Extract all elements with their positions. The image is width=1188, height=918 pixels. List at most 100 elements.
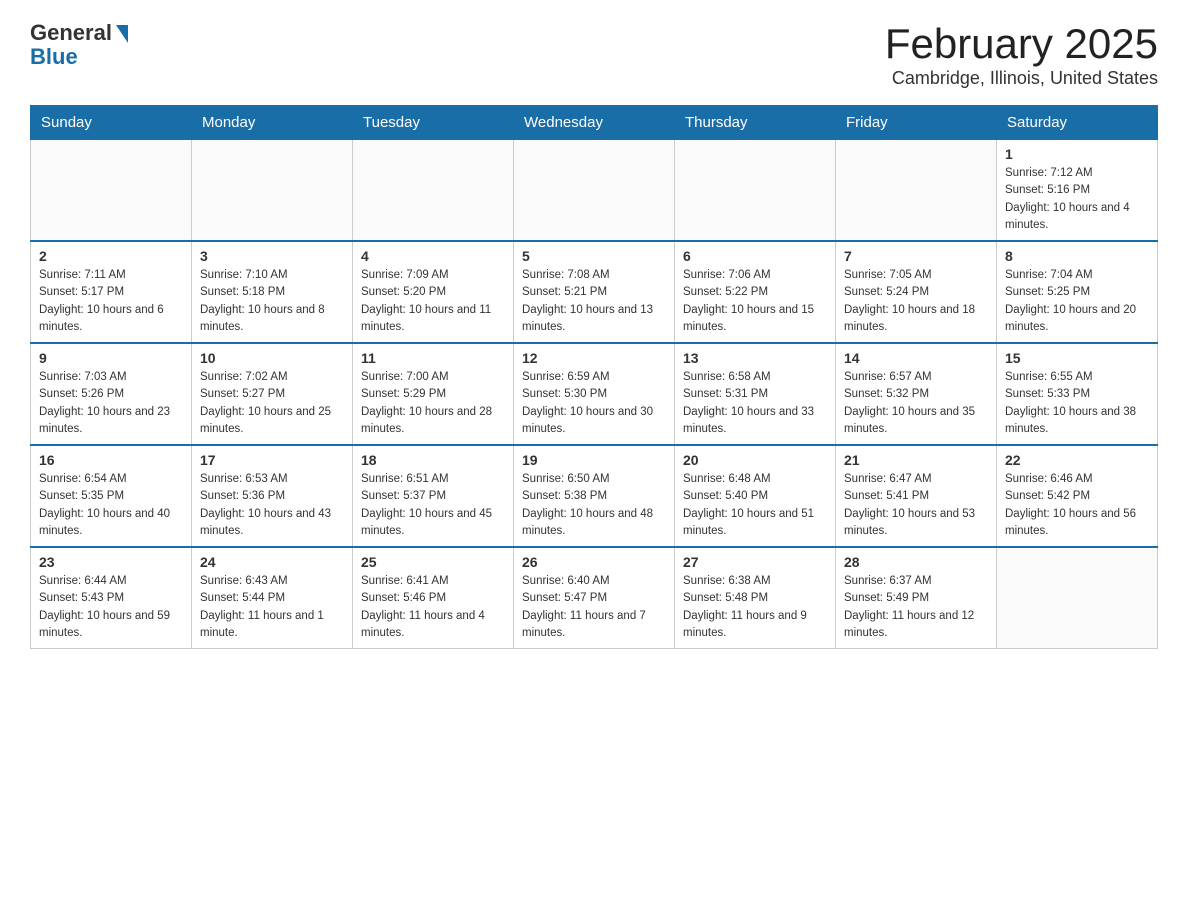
calendar-cell: 25 Sunrise: 6:41 AMSunset: 5:46 PMDayligh… bbox=[353, 547, 514, 649]
title-block: February 2025 Cambridge, Illinois, Unite… bbox=[885, 20, 1158, 89]
calendar-cell: 10Sunrise: 7:02 AMSunset: 5:27 PMDayligh… bbox=[192, 343, 353, 445]
page-header: General Blue February 2025 Cambridge, Il… bbox=[30, 20, 1158, 89]
day-of-week-header: Tuesday bbox=[353, 106, 514, 140]
calendar-cell bbox=[997, 547, 1158, 649]
day-number: 23 bbox=[39, 554, 183, 570]
day-number: 25 bbox=[361, 554, 505, 570]
calendar-cell: 11 Sunrise: 7:00 AMSunset: 5:29 PMDayligh… bbox=[353, 343, 514, 445]
calendar-week-row: 16 Sunrise: 6:54 AMSunset: 5:35 PMDayligh… bbox=[31, 445, 1158, 547]
day-info: Sunrise: 6:57 AMSunset: 5:32 PMDaylight:… bbox=[844, 369, 988, 438]
calendar-cell: 19Sunrise: 6:50 AMSunset: 5:38 PMDayligh… bbox=[514, 445, 675, 547]
day-of-week-header: Saturday bbox=[997, 106, 1158, 140]
calendar-cell: 26 Sunrise: 6:40 AMSunset: 5:47 PMDayligh… bbox=[514, 547, 675, 649]
day-number: 5 bbox=[522, 248, 666, 264]
day-info: Sunrise: 7:06 AMSunset: 5:22 PMDaylight:… bbox=[683, 267, 827, 336]
calendar-cell: 9 Sunrise: 7:03 AMSunset: 5:26 PMDaylight… bbox=[31, 343, 192, 445]
calendar-cell: 27Sunrise: 6:38 AMSunset: 5:48 PMDayligh… bbox=[675, 547, 836, 649]
day-of-week-header: Thursday bbox=[675, 106, 836, 140]
day-number: 19 bbox=[522, 452, 666, 468]
calendar-week-row: 9 Sunrise: 7:03 AMSunset: 5:26 PMDaylight… bbox=[31, 343, 1158, 445]
day-of-week-header: Monday bbox=[192, 106, 353, 140]
day-number: 26 bbox=[522, 554, 666, 570]
day-number: 16 bbox=[39, 452, 183, 468]
logo: General Blue bbox=[30, 20, 128, 70]
day-info: Sunrise: 6:58 AMSunset: 5:31 PMDaylight:… bbox=[683, 369, 827, 438]
logo-arrow-icon bbox=[116, 25, 128, 43]
day-number: 4 bbox=[361, 248, 505, 264]
calendar-cell: 24 Sunrise: 6:43 AMSunset: 5:44 PMDayligh… bbox=[192, 547, 353, 649]
day-info: Sunrise: 7:11 AMSunset: 5:17 PMDaylight:… bbox=[39, 267, 183, 336]
calendar-cell: 12Sunrise: 6:59 AMSunset: 5:30 PMDayligh… bbox=[514, 343, 675, 445]
calendar-cell bbox=[675, 140, 836, 242]
calendar-cell bbox=[836, 140, 997, 242]
calendar-table: SundayMondayTuesdayWednesdayThursdayFrid… bbox=[30, 105, 1158, 649]
day-info: Sunrise: 6:38 AMSunset: 5:48 PMDaylight:… bbox=[683, 573, 827, 642]
day-info: Sunrise: 6:37 AMSunset: 5:49 PMDaylight:… bbox=[844, 573, 988, 642]
day-of-week-header: Sunday bbox=[31, 106, 192, 140]
day-number: 10 bbox=[200, 350, 344, 366]
day-number: 2 bbox=[39, 248, 183, 264]
page-title: February 2025 bbox=[885, 20, 1158, 68]
day-number: 14 bbox=[844, 350, 988, 366]
calendar-cell: 4Sunrise: 7:09 AMSunset: 5:20 PMDaylight… bbox=[353, 241, 514, 343]
day-info: Sunrise: 6:55 AMSunset: 5:33 PMDaylight:… bbox=[1005, 369, 1149, 438]
calendar-cell: 13 Sunrise: 6:58 AMSunset: 5:31 PMDayligh… bbox=[675, 343, 836, 445]
day-info: Sunrise: 7:08 AMSunset: 5:21 PMDaylight:… bbox=[522, 267, 666, 336]
calendar-cell: 20 Sunrise: 6:48 AMSunset: 5:40 PMDayligh… bbox=[675, 445, 836, 547]
day-info: Sunrise: 6:53 AMSunset: 5:36 PMDaylight:… bbox=[200, 471, 344, 540]
day-info: Sunrise: 7:12 AMSunset: 5:16 PMDaylight:… bbox=[1005, 165, 1149, 234]
calendar-cell: 15 Sunrise: 6:55 AMSunset: 5:33 PMDayligh… bbox=[997, 343, 1158, 445]
calendar-cell: 28Sunrise: 6:37 AMSunset: 5:49 PMDayligh… bbox=[836, 547, 997, 649]
day-info: Sunrise: 6:40 AMSunset: 5:47 PMDaylight:… bbox=[522, 573, 666, 642]
calendar-cell: 18Sunrise: 6:51 AMSunset: 5:37 PMDayligh… bbox=[353, 445, 514, 547]
day-number: 8 bbox=[1005, 248, 1149, 264]
day-info: Sunrise: 7:05 AMSunset: 5:24 PMDaylight:… bbox=[844, 267, 988, 336]
day-number: 9 bbox=[39, 350, 183, 366]
calendar-cell: 8Sunrise: 7:04 AMSunset: 5:25 PMDaylight… bbox=[997, 241, 1158, 343]
calendar-cell: 2 Sunrise: 7:11 AMSunset: 5:17 PMDaylight… bbox=[31, 241, 192, 343]
calendar-week-row: 2 Sunrise: 7:11 AMSunset: 5:17 PMDaylight… bbox=[31, 241, 1158, 343]
day-info: Sunrise: 6:41 AMSunset: 5:46 PMDaylight:… bbox=[361, 573, 505, 642]
day-of-week-header: Wednesday bbox=[514, 106, 675, 140]
calendar-cell: 16 Sunrise: 6:54 AMSunset: 5:35 PMDayligh… bbox=[31, 445, 192, 547]
day-number: 11 bbox=[361, 350, 505, 366]
calendar-cell: 7 Sunrise: 7:05 AMSunset: 5:24 PMDaylight… bbox=[836, 241, 997, 343]
calendar-cell: 23 Sunrise: 6:44 AMSunset: 5:43 PMDayligh… bbox=[31, 547, 192, 649]
day-number: 22 bbox=[1005, 452, 1149, 468]
day-number: 15 bbox=[1005, 350, 1149, 366]
day-info: Sunrise: 6:54 AMSunset: 5:35 PMDaylight:… bbox=[39, 471, 183, 540]
calendar-cell: 5 Sunrise: 7:08 AMSunset: 5:21 PMDaylight… bbox=[514, 241, 675, 343]
calendar-cell: 14 Sunrise: 6:57 AMSunset: 5:32 PMDayligh… bbox=[836, 343, 997, 445]
day-info: Sunrise: 7:03 AMSunset: 5:26 PMDaylight:… bbox=[39, 369, 183, 438]
day-number: 1 bbox=[1005, 146, 1149, 162]
logo-general-text: General bbox=[30, 20, 112, 46]
day-info: Sunrise: 6:46 AMSunset: 5:42 PMDaylight:… bbox=[1005, 471, 1149, 540]
page-subtitle: Cambridge, Illinois, United States bbox=[885, 68, 1158, 89]
day-info: Sunrise: 6:59 AMSunset: 5:30 PMDaylight:… bbox=[522, 369, 666, 438]
day-of-week-header: Friday bbox=[836, 106, 997, 140]
day-info: Sunrise: 6:47 AMSunset: 5:41 PMDaylight:… bbox=[844, 471, 988, 540]
calendar-cell: 3 Sunrise: 7:10 AMSunset: 5:18 PMDaylight… bbox=[192, 241, 353, 343]
calendar-cell: 17Sunrise: 6:53 AMSunset: 5:36 PMDayligh… bbox=[192, 445, 353, 547]
day-info: Sunrise: 6:44 AMSunset: 5:43 PMDaylight:… bbox=[39, 573, 183, 642]
calendar-week-row: 1 Sunrise: 7:12 AMSunset: 5:16 PMDaylight… bbox=[31, 140, 1158, 242]
calendar-cell: 1 Sunrise: 7:12 AMSunset: 5:16 PMDaylight… bbox=[997, 140, 1158, 242]
calendar-cell: 22 Sunrise: 6:46 AMSunset: 5:42 PMDayligh… bbox=[997, 445, 1158, 547]
calendar-week-row: 23 Sunrise: 6:44 AMSunset: 5:43 PMDayligh… bbox=[31, 547, 1158, 649]
day-number: 21 bbox=[844, 452, 988, 468]
calendar-cell bbox=[31, 140, 192, 242]
day-number: 24 bbox=[200, 554, 344, 570]
calendar-cell bbox=[192, 140, 353, 242]
day-number: 13 bbox=[683, 350, 827, 366]
calendar-cell: 6 Sunrise: 7:06 AMSunset: 5:22 PMDaylight… bbox=[675, 241, 836, 343]
day-info: Sunrise: 7:10 AMSunset: 5:18 PMDaylight:… bbox=[200, 267, 344, 336]
day-info: Sunrise: 6:43 AMSunset: 5:44 PMDaylight:… bbox=[200, 573, 344, 642]
day-number: 6 bbox=[683, 248, 827, 264]
calendar-cell bbox=[514, 140, 675, 242]
day-number: 20 bbox=[683, 452, 827, 468]
day-number: 3 bbox=[200, 248, 344, 264]
day-number: 7 bbox=[844, 248, 988, 264]
day-info: Sunrise: 7:00 AMSunset: 5:29 PMDaylight:… bbox=[361, 369, 505, 438]
calendar-header-row: SundayMondayTuesdayWednesdayThursdayFrid… bbox=[31, 106, 1158, 140]
day-info: Sunrise: 6:48 AMSunset: 5:40 PMDaylight:… bbox=[683, 471, 827, 540]
